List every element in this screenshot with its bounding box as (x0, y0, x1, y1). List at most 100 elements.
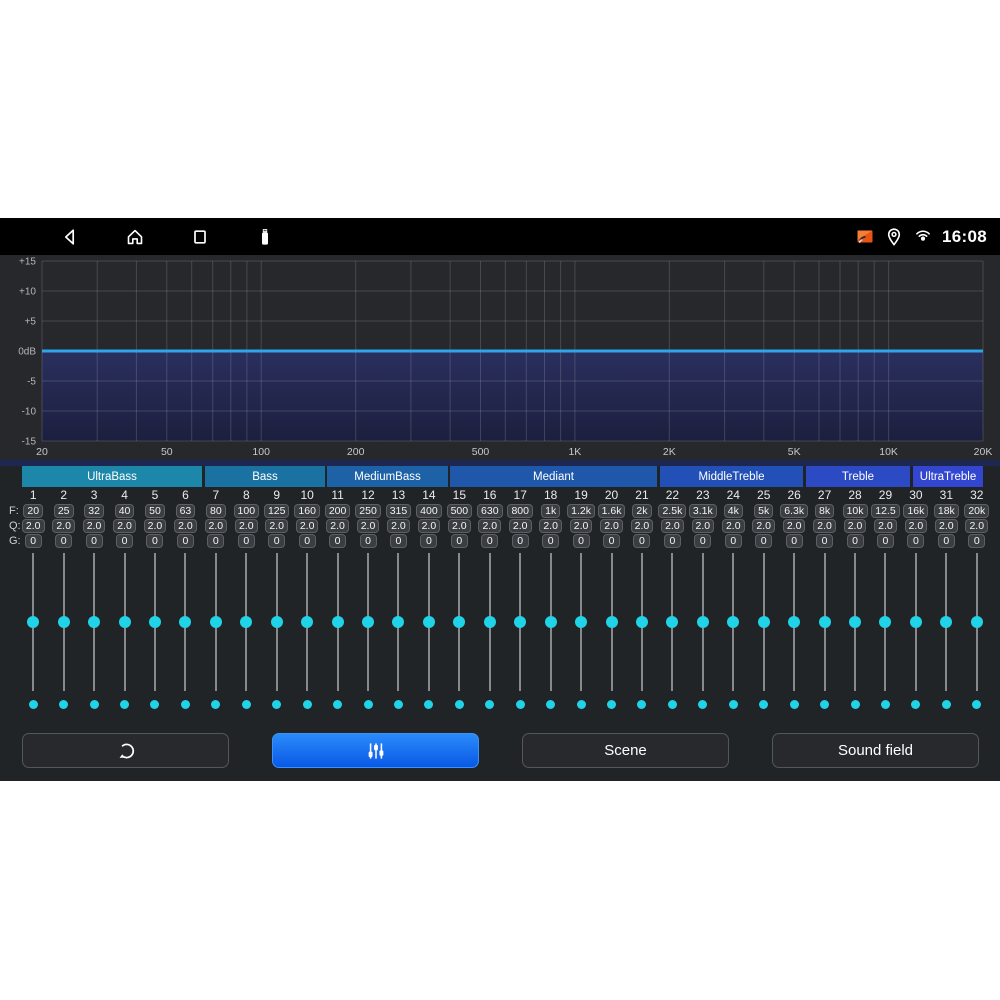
frequency-chip-ch20[interactable]: 1.6k (596, 504, 626, 518)
q-chip-ch3[interactable]: 2.0 (79, 519, 109, 533)
slider-thumb[interactable] (362, 616, 374, 628)
gain-slider-ch19[interactable] (566, 553, 596, 691)
gain-chip-ch18[interactable]: 0 (535, 534, 565, 548)
gain-chip-ch3[interactable]: 0 (79, 534, 109, 548)
gain-slider-ch15[interactable] (444, 553, 474, 691)
band-mediant[interactable]: Mediant (450, 466, 657, 487)
slider-thumb[interactable] (940, 616, 952, 628)
slider-thumb[interactable] (119, 616, 131, 628)
gain-chip-ch8[interactable]: 0 (231, 534, 261, 548)
q-chip-ch27[interactable]: 2.0 (809, 519, 839, 533)
gain-chip-ch13[interactable]: 0 (383, 534, 413, 548)
frequency-chip-ch1[interactable]: 20 (18, 504, 48, 518)
q-chip-ch8[interactable]: 2.0 (231, 519, 261, 533)
gain-chip-ch5[interactable]: 0 (140, 534, 170, 548)
slider-thumb[interactable] (758, 616, 770, 628)
gain-chip-ch2[interactable]: 0 (48, 534, 78, 548)
frequency-chip-ch10[interactable]: 160 (292, 504, 322, 518)
q-chip-ch30[interactable]: 2.0 (901, 519, 931, 533)
band-ultratreble[interactable]: UltraTreble (913, 466, 983, 487)
slider-thumb[interactable] (545, 616, 557, 628)
gain-chip-ch27[interactable]: 0 (809, 534, 839, 548)
gain-slider-ch20[interactable] (596, 553, 626, 691)
gain-slider-ch22[interactable] (657, 553, 687, 691)
gain-slider-ch1[interactable] (18, 553, 48, 691)
recents-icon[interactable] (188, 225, 212, 249)
frequency-chip-ch8[interactable]: 100 (231, 504, 261, 518)
frequency-chip-ch25[interactable]: 5k (749, 504, 779, 518)
frequency-chip-ch16[interactable]: 630 (475, 504, 505, 518)
q-chip-ch26[interactable]: 2.0 (779, 519, 809, 533)
q-chip-ch22[interactable]: 2.0 (657, 519, 687, 533)
frequency-chip-ch7[interactable]: 80 (201, 504, 231, 518)
gain-slider-ch24[interactable] (718, 553, 748, 691)
gain-slider-ch7[interactable] (201, 553, 231, 691)
frequency-chip-ch2[interactable]: 25 (48, 504, 78, 518)
q-chip-ch29[interactable]: 2.0 (870, 519, 900, 533)
gain-slider-ch9[interactable] (262, 553, 292, 691)
gain-slider-ch28[interactable] (840, 553, 870, 691)
slider-thumb[interactable] (514, 616, 526, 628)
q-chip-ch32[interactable]: 2.0 (962, 519, 992, 533)
slider-thumb[interactable] (575, 616, 587, 628)
gain-chip-ch29[interactable]: 0 (870, 534, 900, 548)
gain-chip-ch20[interactable]: 0 (596, 534, 626, 548)
gain-chip-ch10[interactable]: 0 (292, 534, 322, 548)
q-chip-ch18[interactable]: 2.0 (535, 519, 565, 533)
q-chip-ch17[interactable]: 2.0 (505, 519, 535, 533)
gain-slider-ch16[interactable] (475, 553, 505, 691)
q-chip-ch4[interactable]: 2.0 (109, 519, 139, 533)
slider-thumb[interactable] (727, 616, 739, 628)
slider-thumb[interactable] (27, 616, 39, 628)
frequency-chip-ch17[interactable]: 800 (505, 504, 535, 518)
slider-thumb[interactable] (879, 616, 891, 628)
slider-thumb[interactable] (392, 616, 404, 628)
frequency-chip-ch30[interactable]: 16k (901, 504, 931, 518)
q-chip-ch21[interactable]: 2.0 (627, 519, 657, 533)
reset-button[interactable] (22, 733, 229, 768)
gain-slider-ch11[interactable] (322, 553, 352, 691)
gain-slider-ch27[interactable] (809, 553, 839, 691)
slider-thumb[interactable] (453, 616, 465, 628)
q-chip-ch28[interactable]: 2.0 (840, 519, 870, 533)
frequency-chip-ch15[interactable]: 500 (444, 504, 474, 518)
q-chip-ch20[interactable]: 2.0 (596, 519, 626, 533)
gain-slider-ch10[interactable] (292, 553, 322, 691)
gain-chip-ch14[interactable]: 0 (414, 534, 444, 548)
frequency-chip-ch3[interactable]: 32 (79, 504, 109, 518)
gain-slider-ch2[interactable] (48, 553, 78, 691)
gain-chip-ch4[interactable]: 0 (109, 534, 139, 548)
frequency-chip-ch22[interactable]: 2.5k (657, 504, 687, 518)
q-chip-ch9[interactable]: 2.0 (262, 519, 292, 533)
frequency-chip-ch13[interactable]: 315 (383, 504, 413, 518)
frequency-chip-ch23[interactable]: 3.1k (688, 504, 718, 518)
slider-thumb[interactable] (697, 616, 709, 628)
slider-thumb[interactable] (332, 616, 344, 628)
gain-chip-ch6[interactable]: 0 (170, 534, 200, 548)
frequency-chip-ch24[interactable]: 4k (718, 504, 748, 518)
gain-slider-ch18[interactable] (535, 553, 565, 691)
slider-thumb[interactable] (210, 616, 222, 628)
gain-slider-ch26[interactable] (779, 553, 809, 691)
q-chip-ch15[interactable]: 2.0 (444, 519, 474, 533)
q-chip-ch1[interactable]: 2.0 (18, 519, 48, 533)
q-chip-ch25[interactable]: 2.0 (749, 519, 779, 533)
frequency-chip-ch19[interactable]: 1.2k (566, 504, 596, 518)
gain-chip-ch11[interactable]: 0 (322, 534, 352, 548)
gain-slider-ch8[interactable] (231, 553, 261, 691)
frequency-chip-ch14[interactable]: 400 (414, 504, 444, 518)
frequency-chip-ch5[interactable]: 50 (140, 504, 170, 518)
gain-slider-ch23[interactable] (688, 553, 718, 691)
frequency-chip-ch21[interactable]: 2k (627, 504, 657, 518)
frequency-chip-ch11[interactable]: 200 (322, 504, 352, 518)
gain-slider-ch31[interactable] (931, 553, 961, 691)
gain-chip-ch15[interactable]: 0 (444, 534, 474, 548)
slider-thumb[interactable] (788, 616, 800, 628)
q-chip-ch2[interactable]: 2.0 (48, 519, 78, 533)
frequency-chip-ch31[interactable]: 18k (931, 504, 961, 518)
gain-chip-ch7[interactable]: 0 (201, 534, 231, 548)
frequency-chip-ch27[interactable]: 8k (809, 504, 839, 518)
gain-chip-ch19[interactable]: 0 (566, 534, 596, 548)
gain-chip-ch1[interactable]: 0 (18, 534, 48, 548)
q-chip-ch6[interactable]: 2.0 (170, 519, 200, 533)
